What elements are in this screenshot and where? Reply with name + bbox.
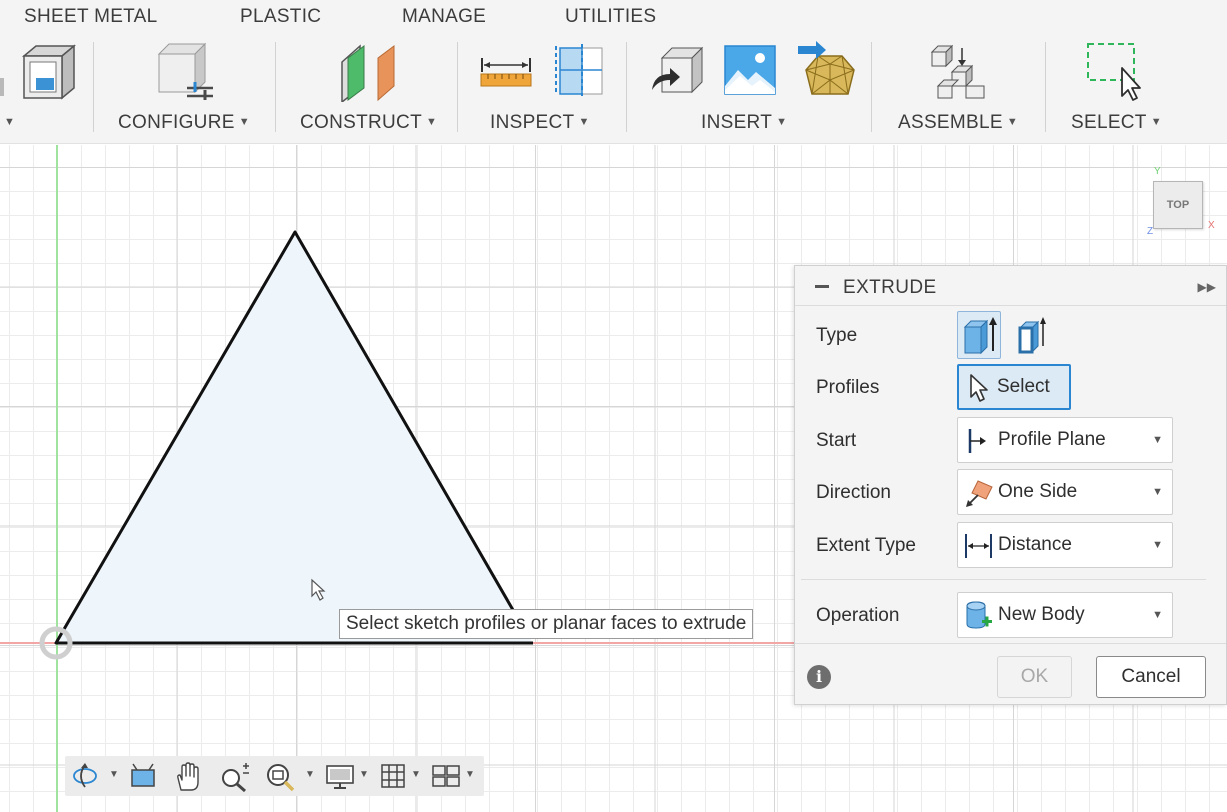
extrude-thin-icon xyxy=(1018,317,1046,354)
dialog-title: EXTRUDE xyxy=(843,277,937,298)
dialog-footer: i OK Cancel xyxy=(795,643,1226,705)
info-icon[interactable]: i xyxy=(807,665,831,689)
look-at-icon[interactable] xyxy=(129,762,157,790)
ribbon-toolbar: ▼ CONFIGURE ▼ CONSTRUCT ▼ INSPECT ▼ INSE… xyxy=(0,34,1227,144)
profiles-select-button[interactable]: Select xyxy=(957,364,1071,410)
type-label: Type xyxy=(816,325,858,346)
zoom-icon[interactable] xyxy=(219,762,251,792)
viewcube-y-label: Y xyxy=(1154,166,1161,177)
new-body-icon xyxy=(966,601,992,629)
extent-type-dropdown[interactable]: Distance ▼ xyxy=(957,522,1173,568)
select-menu[interactable]: SELECT ▼ xyxy=(1071,112,1162,134)
extrude-dialog-header: EXTRUDE ▶▶ xyxy=(795,266,1226,306)
grid-chevron-down-icon[interactable]: ▼ xyxy=(411,769,421,780)
divider xyxy=(801,579,1206,580)
viewports-chevron-down-icon[interactable]: ▼ xyxy=(465,769,475,780)
insert-image-icon[interactable] xyxy=(724,44,776,96)
tab-utilities[interactable]: UTILITIES xyxy=(565,6,656,28)
configure-menu[interactable]: CONFIGURE ▼ xyxy=(118,112,250,134)
tooltip: Select sketch profiles or planar faces t… xyxy=(339,609,754,639)
start-label: Start xyxy=(816,430,857,451)
display-chevron-down-icon[interactable]: ▼ xyxy=(359,769,369,780)
construct-menu[interactable]: CONSTRUCT ▼ xyxy=(300,112,437,134)
chevron-down-icon: ▼ xyxy=(1152,486,1163,498)
viewcube-face-label: TOP xyxy=(1166,199,1190,211)
insert-derive-icon[interactable] xyxy=(648,44,704,98)
extrude-solid-icon xyxy=(963,317,997,355)
extent-type-label: Extent Type xyxy=(816,535,916,556)
profiles-select-label: Select xyxy=(997,376,1050,397)
select-window-icon[interactable] xyxy=(1086,42,1144,102)
ribbon-tabs: SHEET METAL PLASTIC MANAGE UTILITIES xyxy=(0,0,1227,34)
direction-dropdown[interactable]: One Side ▼ xyxy=(957,469,1173,515)
tab-plastic[interactable]: PLASTIC xyxy=(240,6,321,28)
viewports-icon[interactable] xyxy=(431,762,461,790)
viewcube[interactable]: TOP xyxy=(1153,181,1203,229)
operation-value: New Body xyxy=(998,604,1085,625)
tab-manage[interactable]: MANAGE xyxy=(402,6,486,28)
measure-icon[interactable] xyxy=(480,56,532,88)
inspect-menu[interactable]: INSPECT ▼ xyxy=(490,112,590,134)
display-settings-icon[interactable] xyxy=(325,762,355,790)
box-shell-icon[interactable] xyxy=(18,42,76,100)
insert-menu[interactable]: INSERT ▼ xyxy=(701,112,787,134)
partial-tool-icon[interactable] xyxy=(0,74,10,100)
section-analysis-icon[interactable] xyxy=(554,44,606,96)
cursor-arrow-icon xyxy=(970,374,988,402)
zoom-chevron-down-icon[interactable]: ▼ xyxy=(305,769,315,780)
navigation-bar: ▼ ▼ ▼ ▼ ▼ xyxy=(65,756,484,796)
extent-type-value: Distance xyxy=(998,534,1072,555)
start-value: Profile Plane xyxy=(998,429,1106,450)
start-dropdown[interactable]: Profile Plane ▼ xyxy=(957,417,1173,463)
partial-group-caret-icon[interactable]: ▼ xyxy=(4,116,15,128)
sketch-triangle-profile[interactable] xyxy=(0,145,800,812)
tab-sheet-metal[interactable]: SHEET METAL xyxy=(24,6,158,28)
chevron-down-icon: ▼ xyxy=(1152,434,1163,446)
distance-icon xyxy=(965,534,992,558)
type-thin-button[interactable] xyxy=(1009,311,1053,359)
one-side-direction-icon xyxy=(966,480,993,507)
pan-hand-icon[interactable] xyxy=(173,762,203,792)
operation-label: Operation xyxy=(816,605,900,626)
fit-zoom-icon[interactable] xyxy=(265,762,295,792)
joint-icon[interactable] xyxy=(928,42,988,100)
expand-dialog-icon[interactable]: ▶▶ xyxy=(1198,280,1216,294)
direction-value: One Side xyxy=(998,481,1078,502)
direction-label: Direction xyxy=(816,482,891,503)
cancel-button[interactable]: Cancel xyxy=(1096,656,1206,698)
type-solid-button[interactable] xyxy=(957,311,1001,359)
assemble-menu[interactable]: ASSEMBLE ▼ xyxy=(898,112,1018,134)
profiles-label: Profiles xyxy=(816,377,880,398)
operation-dropdown[interactable]: New Body ▼ xyxy=(957,592,1173,638)
insert-mesh-icon[interactable] xyxy=(798,40,856,100)
viewcube-x-label: X xyxy=(1208,220,1215,231)
orbit-chevron-down-icon[interactable]: ▼ xyxy=(109,769,119,780)
ok-button[interactable]: OK xyxy=(997,656,1072,698)
construct-plane-icon[interactable] xyxy=(338,42,398,102)
configure-icon[interactable] xyxy=(155,42,217,102)
extrude-dialog: EXTRUDE ▶▶ Type Profiles Select Start Pr… xyxy=(794,265,1227,705)
grid-snaps-icon[interactable] xyxy=(379,762,407,790)
orbit-icon[interactable] xyxy=(71,762,99,790)
chevron-down-icon: ▼ xyxy=(1152,609,1163,621)
chevron-down-icon: ▼ xyxy=(1152,539,1163,551)
collapse-icon[interactable] xyxy=(815,285,829,288)
profile-plane-icon xyxy=(968,429,986,453)
